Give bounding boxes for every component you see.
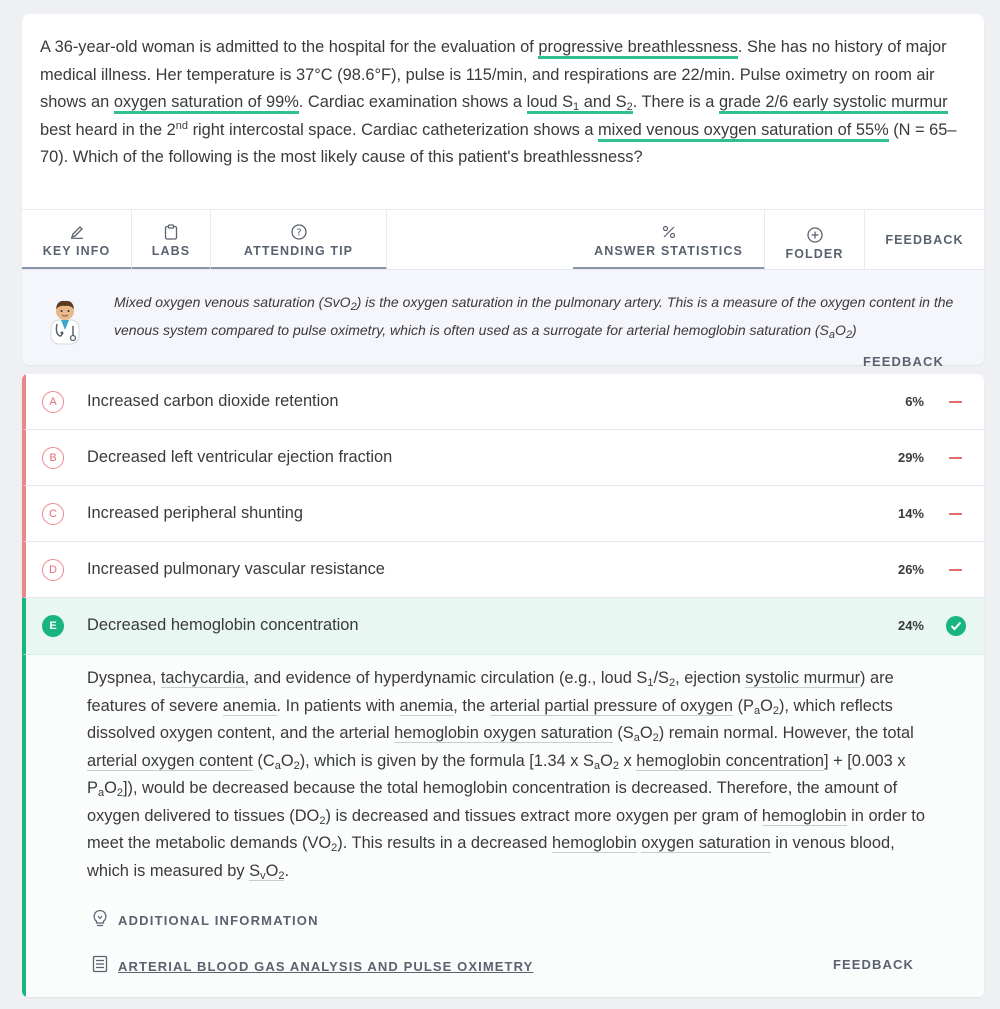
option-text: Decreased hemoglobin concentration [87,616,359,634]
option-text: Increased peripheral shunting [87,504,303,522]
tip-feedback-button[interactable]: FEEDBACK [863,354,944,369]
tab-label: FEEDBACK [885,233,964,247]
option-letter: E [42,615,64,637]
tab-labs[interactable]: LABS [132,210,211,270]
doctor-avatar-icon [48,296,82,346]
highlight[interactable]: oxygen saturation of 99% [113,93,299,114]
explanation-feedback-button[interactable]: FEEDBACK [833,957,914,972]
svg-text:?: ? [296,228,301,239]
explanation-panel: Dyspnea, tachycardia, and evidence of hy… [22,655,984,997]
clipboard-icon [163,224,179,240]
tab-label: LABS [151,244,191,258]
question-circle-icon: ? [290,224,307,240]
minus-icon [949,401,962,403]
highlight[interactable]: mixed venous oxygen saturation of 55% [598,120,889,142]
tab-label: ATTENDING TIP [243,244,354,258]
tab-key-info[interactable]: KEY INFO [22,210,132,270]
option-text: Increased carbon dioxide retention [87,392,339,410]
highlight[interactable]: loud S1 and S2 [526,93,633,114]
option-percentage: 24% [897,618,924,633]
article-link-label: ARTERIAL BLOOD GAS ANALYSIS AND PULSE OX… [118,959,534,974]
feedback-button[interactable]: FEEDBACK [865,210,984,270]
minus-icon [949,457,962,459]
option-percentage: 29% [897,450,924,465]
highlight[interactable]: grade 2/6 early systolic murmur [718,93,948,114]
explanation-text: Dyspnea, tachycardia, and evidence of hy… [87,669,925,882]
answer-option-e[interactable]: E Decreased hemoglobin concentration 24% [22,598,984,655]
article-link[interactable]: ARTERIAL BLOOD GAS ANALYSIS AND PULSE OX… [92,955,533,978]
plus-circle-icon [806,227,823,243]
pencil-icon [69,224,85,240]
question-stem: A 36-year-old woman is admitted to the h… [40,38,957,166]
option-text: Decreased left ventricular ejection frac… [87,448,393,466]
option-percentage: 6% [905,394,924,409]
option-letter: B [42,447,64,469]
option-letter: A [42,391,64,413]
attending-tip-text: Mixed oxygen venous saturation (SvO2) is… [114,294,954,341]
tab-label: ANSWER STATISTICS [594,244,743,258]
highlight[interactable]: progressive breathlessness [538,38,738,59]
minus-icon [949,513,962,515]
option-percentage: 26% [897,562,924,577]
attending-tip-panel: Mixed oxygen venous saturation (SvO2) is… [22,269,984,369]
question-toolbar: KEY INFO LABS ? ATTENDING TIP ANSWER STA… [22,209,984,270]
answer-option-a[interactable]: A Increased carbon dioxide retention 6% [22,374,984,430]
answer-option-b[interactable]: B Decreased left ventricular ejection fr… [22,430,984,486]
additional-information-toggle[interactable]: ADDITIONAL INFORMATION [92,909,319,932]
checkmark-icon [946,616,966,636]
tab-answer-statistics[interactable]: ANSWER STATISTICS [573,210,765,270]
tab-attending-tip[interactable]: ? ATTENDING TIP [211,210,387,270]
lightbulb-icon [92,909,108,932]
option-percentage: 14% [897,506,924,521]
tab-label: KEY INFO [42,244,111,258]
option-letter: D [42,559,64,581]
answer-options-card: A Increased carbon dioxide retention 6% … [22,374,984,997]
tab-label: FOLDER [785,247,844,261]
option-text: Increased pulmonary vascular resistance [87,560,385,578]
option-letter: C [42,503,64,525]
minus-icon [949,569,962,571]
tab-folder[interactable]: FOLDER [765,210,865,270]
question-card: A 36-year-old woman is admitted to the h… [22,14,984,369]
answer-option-c[interactable]: C Increased peripheral shunting 14% [22,486,984,542]
article-icon [92,955,108,978]
additional-information-label: ADDITIONAL INFORMATION [118,913,319,928]
percent-icon [661,224,677,240]
answer-option-d[interactable]: D Increased pulmonary vascular resistanc… [22,542,984,598]
